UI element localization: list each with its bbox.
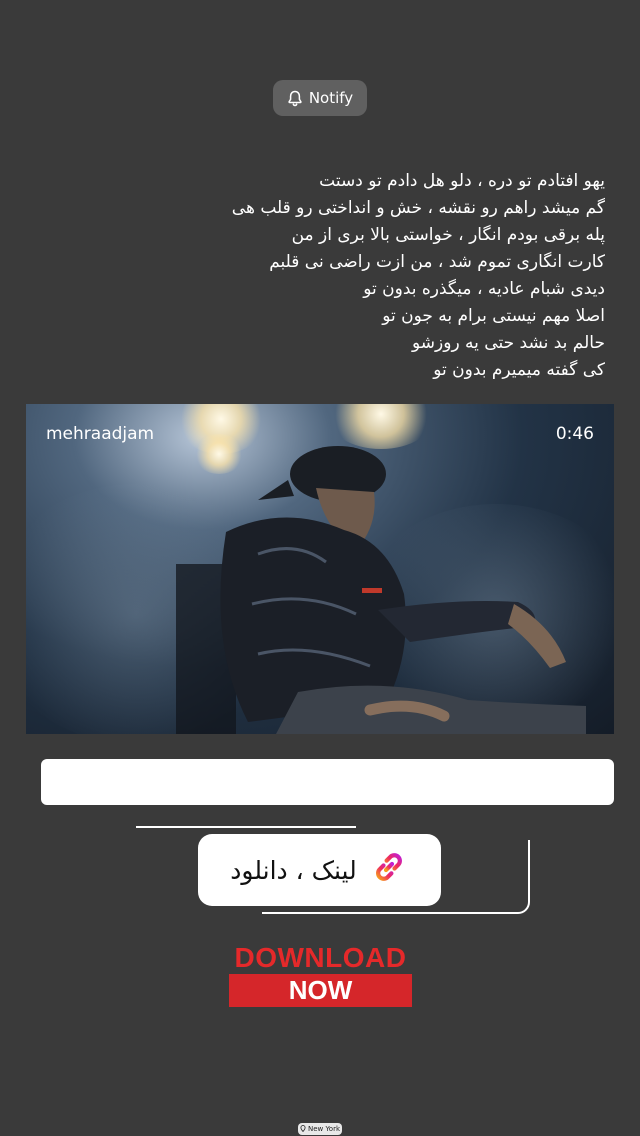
notify-label: Notify: [308, 89, 354, 107]
download-now-sticker[interactable]: DOWNLOAD NOW: [229, 943, 412, 1007]
video-player[interactable]: mehraadjam 0:46: [26, 404, 614, 734]
text-input-bar[interactable]: [41, 759, 614, 805]
lyrics-line: یهو افتادم تو دره ، دلو هل دادم تو دستت: [319, 171, 605, 191]
link-sticker[interactable]: لینک ، دانلود: [198, 834, 441, 906]
lyrics-line: گم میشد راهم رو نقشه ، خش و انداختی رو ق…: [231, 198, 605, 218]
lyrics-text: یهو افتادم تو دره ، دلو هل دادم تو دستت …: [150, 168, 605, 384]
lyrics-line: پله برقی بودم انگار ، خواستی بالا بری از…: [291, 225, 605, 245]
notify-button[interactable]: Notify: [273, 80, 367, 116]
video-thumbnail-figure: [176, 446, 586, 734]
lyrics-line: اصلا مهم نیستی برام به جون تو: [382, 306, 605, 326]
location-pin-icon: [300, 1124, 306, 1134]
lyrics-line: کارت انگاری تموم شد ، من ازت راضی نی قلب…: [269, 252, 605, 272]
lyrics-line: کی گفته میمیرم بدون تو: [433, 360, 605, 380]
lyrics-line: حالم بد نشد حتی یه روزشو: [412, 333, 605, 353]
download-now-label: NOW: [229, 974, 412, 1007]
lyrics-line: دیدی شبام عادیه ، میگذره بدون تو: [363, 279, 605, 299]
video-duration: 0:46: [555, 424, 594, 444]
location-label: New York: [307, 1125, 341, 1133]
link-icon: [369, 847, 409, 893]
location-tag[interactable]: New York: [298, 1123, 342, 1135]
decorative-line: [136, 826, 356, 828]
download-title: DOWNLOAD: [234, 942, 407, 973]
video-author: mehraadjam: [46, 424, 155, 444]
bell-icon: [287, 90, 303, 107]
link-sticker-label: لینک ، دانلود: [230, 855, 357, 885]
